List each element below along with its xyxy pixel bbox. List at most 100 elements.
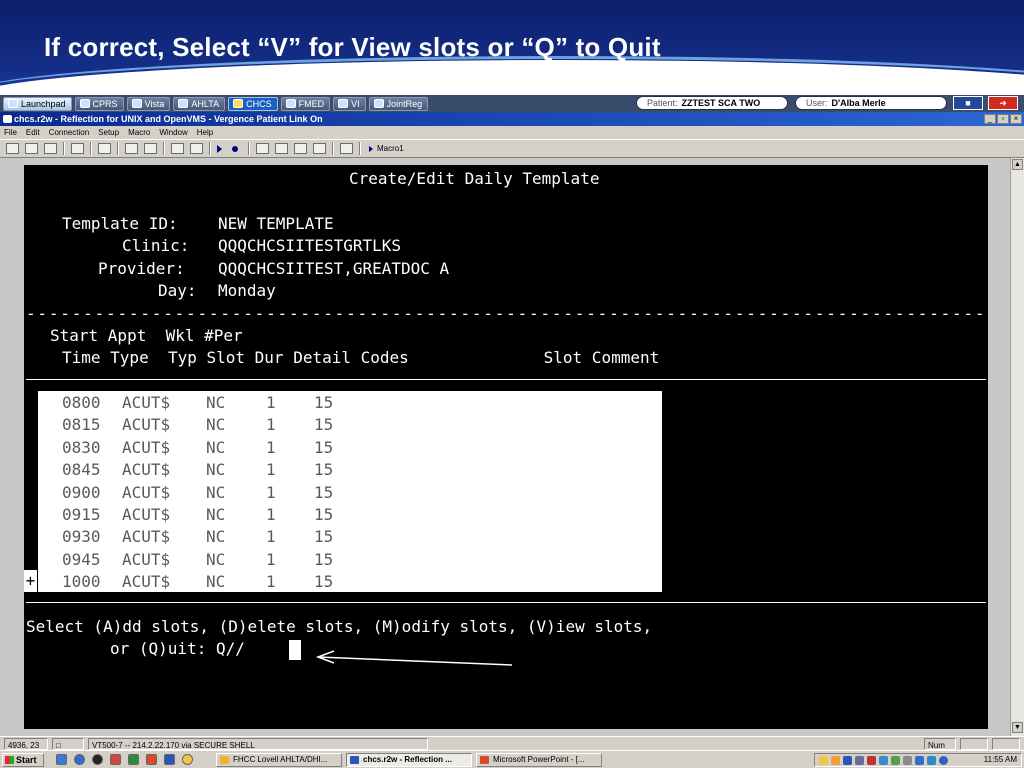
display-icon[interactable] xyxy=(294,143,307,154)
media-icon[interactable] xyxy=(92,754,103,765)
ahlta-icon xyxy=(178,99,189,108)
settings-icon[interactable] xyxy=(256,143,269,154)
help-icon[interactable] xyxy=(340,143,353,154)
prompt-line-2: or (Q)uit: Q// xyxy=(110,639,245,658)
slot-duration: 15 xyxy=(314,437,334,457)
tray-alert-icon[interactable] xyxy=(831,756,840,765)
cprs-button[interactable]: CPRS xyxy=(74,96,124,111)
jointreg-button[interactable]: JointReg xyxy=(368,96,429,111)
toolbar-separator xyxy=(332,142,334,155)
slot-per-slot: 1 xyxy=(266,415,276,435)
menu-help[interactable]: Help xyxy=(197,126,213,139)
slide: If correct, Select “V” for View slots or… xyxy=(0,0,1024,768)
vista-button[interactable]: Vista xyxy=(126,96,171,111)
cursor-position: 4936, 23 xyxy=(4,738,48,750)
day-label: Day: xyxy=(158,281,197,300)
vi-label: VI xyxy=(351,98,360,109)
app-icon[interactable] xyxy=(110,754,121,765)
patient-label: Patient: xyxy=(647,98,678,108)
menu-setup[interactable]: Setup xyxy=(98,126,119,139)
vi-button[interactable]: VI xyxy=(333,96,366,111)
slot-appt-type: ACUT$ xyxy=(122,505,171,524)
slot-per-slot: 1 xyxy=(266,572,276,592)
menu-edit[interactable]: Edit xyxy=(26,126,40,139)
launchpad-label: Launchpad xyxy=(21,98,66,109)
tray-security-icon[interactable] xyxy=(855,756,864,765)
slide-title-band: If correct, Select “V” for View slots or… xyxy=(0,0,1024,95)
ahlta-button[interactable]: AHLTA xyxy=(173,96,226,111)
desktop-icon[interactable] xyxy=(56,754,67,765)
fmed-button[interactable]: FMED xyxy=(280,96,331,111)
task-reflection[interactable]: chcs.r2w - Reflection ... xyxy=(346,753,472,767)
find-icon[interactable] xyxy=(98,143,111,154)
save-icon[interactable] xyxy=(44,143,57,154)
close-button[interactable]: × xyxy=(1010,114,1022,124)
task-reflection-label: chcs.r2w - Reflection ... xyxy=(363,755,452,764)
slot-appt-type: ACUT$ xyxy=(122,393,171,412)
vertical-scrollbar[interactable]: ▲ ▼ xyxy=(1010,158,1024,736)
scroll-down-icon[interactable]: ▼ xyxy=(1012,722,1023,733)
lock-icon: ■ xyxy=(965,98,971,108)
paste-icon[interactable] xyxy=(144,143,157,154)
menu-file[interactable]: File xyxy=(4,126,17,139)
menu-connection[interactable]: Connection xyxy=(49,126,89,139)
slot-duration: 15 xyxy=(314,549,334,569)
menu-window[interactable]: Window xyxy=(159,126,187,139)
slot-appt-type: ACUT$ xyxy=(122,527,171,547)
patient-field[interactable]: Patient: ZZTEST SCA TWO xyxy=(636,96,788,110)
record-macro-icon[interactable] xyxy=(232,145,238,152)
copy-icon[interactable] xyxy=(125,143,138,154)
tray-wireless-icon[interactable] xyxy=(879,756,888,765)
excel-icon[interactable] xyxy=(128,754,139,765)
slot-appt-type: ACUT$ xyxy=(122,482,171,502)
print-icon[interactable] xyxy=(71,143,84,154)
menu-bar: File Edit Connection Setup Macro Window … xyxy=(0,126,1024,139)
provider-value: QQQCHCSIITEST,GREATDOC A xyxy=(218,259,450,278)
mapper-icon[interactable] xyxy=(313,143,326,154)
menu-macro[interactable]: Macro xyxy=(128,126,150,139)
ie-icon[interactable] xyxy=(74,754,85,765)
minimize-button[interactable]: _ xyxy=(984,114,996,124)
messenger-icon[interactable] xyxy=(182,754,193,765)
connect-icon[interactable] xyxy=(171,143,184,154)
task-fhcc[interactable]: FHCC Lovell AHLTA/DHI... xyxy=(216,753,342,767)
user-field[interactable]: User: D'Alba Merle xyxy=(795,96,947,110)
keyboard-icon[interactable] xyxy=(275,143,288,154)
new-icon[interactable] xyxy=(6,143,19,154)
slot-time: 0945 xyxy=(62,549,101,569)
slot-time: 0830 xyxy=(62,437,101,457)
tray-display-icon[interactable] xyxy=(915,756,924,765)
task-fhcc-label: FHCC Lovell AHLTA/DHI... xyxy=(233,755,328,764)
tray-volume-icon[interactable] xyxy=(939,756,948,765)
slot-wkl-type: NC xyxy=(206,482,226,502)
task-powerpoint[interactable]: Microsoft PowerPoint - [... xyxy=(476,753,602,767)
slot-duration: 15 xyxy=(314,460,334,480)
powerpoint-icon[interactable] xyxy=(146,754,157,765)
disconnect-icon[interactable] xyxy=(190,143,203,154)
macro1-button[interactable]: Macro1 xyxy=(369,144,404,153)
run-macro-icon[interactable] xyxy=(217,144,222,153)
chcs-button[interactable]: CHCS xyxy=(228,96,278,111)
tray-folder-icon[interactable] xyxy=(819,756,828,765)
day-value: Monday xyxy=(218,281,276,300)
launchpad-button[interactable]: Launchpad xyxy=(3,96,72,111)
start-button[interactable]: Start xyxy=(2,753,44,767)
exit-button[interactable]: ➜ xyxy=(988,96,1018,110)
scroll-up-icon[interactable]: ▲ xyxy=(1012,159,1023,170)
restore-button[interactable]: ▫ xyxy=(997,114,1009,124)
tray-network-icon[interactable] xyxy=(843,756,852,765)
patient-value: ZZTEST SCA TWO xyxy=(681,98,761,108)
tray-monitor-icon[interactable] xyxy=(927,756,936,765)
slot-time: 0930 xyxy=(62,527,101,547)
slot-per-slot: 1 xyxy=(266,482,276,502)
word-icon[interactable] xyxy=(164,754,175,765)
lock-button[interactable]: ■ xyxy=(953,96,983,110)
window-title-bar: chcs.r2w - Reflection for UNIX and OpenV… xyxy=(0,112,1024,126)
slot-time: 0915 xyxy=(62,505,101,524)
tray-mcafee-icon[interactable] xyxy=(867,756,876,765)
open-icon[interactable] xyxy=(25,143,38,154)
fhcc-icon xyxy=(220,756,229,764)
tray-usb-icon[interactable] xyxy=(903,756,912,765)
tray-sync-icon[interactable] xyxy=(891,756,900,765)
reflection-app-icon xyxy=(3,115,12,123)
